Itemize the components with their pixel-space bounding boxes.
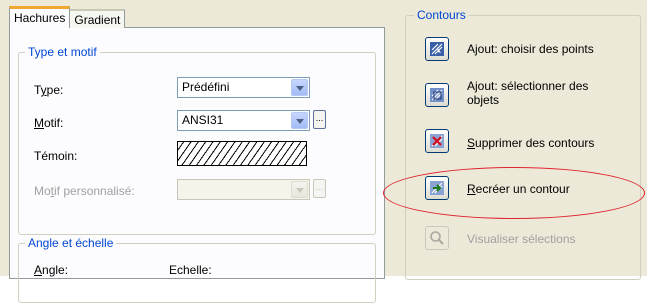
tab-gradient[interactable]: Gradient (69, 9, 126, 28)
chevron-down-icon[interactable] (291, 181, 308, 198)
select-objects-button[interactable] (425, 83, 449, 107)
angle-label: Angle: (34, 263, 69, 277)
custom-pattern-browse-button[interactable]: ... (313, 179, 326, 198)
pick-points-button[interactable] (425, 37, 449, 61)
view-selections-label: Visualiser sélections (467, 232, 576, 246)
select-objects-label-1: Ajout: sélectionner des (467, 79, 589, 93)
type-motif-group: Type et motif Type: Prédéfini Motif: ANS… (18, 45, 376, 235)
select-objects-icon (430, 88, 444, 102)
angle-scale-group: Angle et échelle Angle: Echelle: (18, 236, 376, 303)
custom-pattern-label: Motif personnalisé: (34, 184, 135, 198)
contours-group: Contours Ajout: choisir des points Ajout… (405, 8, 641, 280)
hatch-preview-swatch[interactable] (177, 141, 307, 166)
chevron-down-icon[interactable] (291, 79, 308, 96)
motif-label: Motif: (34, 116, 64, 130)
pick-points-icon (430, 42, 444, 56)
scale-label: Echelle: (169, 263, 212, 277)
remove-boundary-label: Supprimer des contours (467, 136, 595, 150)
type-select[interactable]: Prédéfini (177, 77, 310, 98)
recreate-boundary-label: Recréer un contour (467, 182, 570, 196)
temoin-label: Témoin: (34, 149, 78, 163)
motif-browse-button[interactable]: ... (313, 110, 326, 129)
select-objects-label-2: objets (467, 93, 500, 107)
hachures-panel: Type et motif Type: Prédéfini Motif: ANS… (9, 27, 385, 303)
hatch-dialog: Hachures Gradient Type et motif Type: Pr… (0, 0, 647, 303)
motif-select[interactable]: ANSI31 (177, 110, 310, 131)
custom-pattern-select[interactable] (177, 179, 310, 200)
type-label: Type: (34, 83, 64, 97)
view-selections-button[interactable] (425, 226, 449, 250)
type-motif-title: Type et motif (25, 45, 100, 59)
angle-scale-title: Angle et échelle (25, 236, 117, 250)
remove-boundary-icon (430, 134, 444, 148)
recreate-boundary-button[interactable] (425, 176, 449, 200)
type-value: Prédéfini (182, 80, 230, 94)
motif-value: ANSI31 (182, 113, 224, 127)
tab-strip: Hachures Gradient (9, 6, 126, 28)
contours-title: Contours (414, 8, 469, 22)
chevron-down-icon[interactable] (291, 112, 308, 129)
recreate-boundary-icon (430, 181, 444, 195)
pick-points-label: Ajout: choisir des points (467, 42, 594, 56)
remove-boundary-button[interactable] (425, 129, 449, 153)
tab-hachures[interactable]: Hachures (9, 6, 71, 28)
view-selections-icon (430, 231, 444, 245)
